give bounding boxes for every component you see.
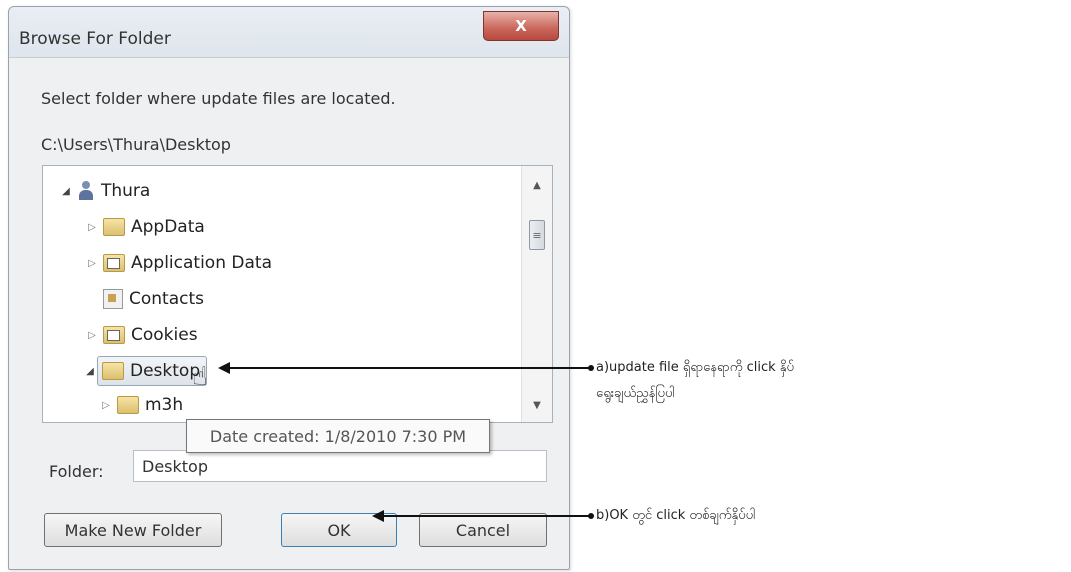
tree-item-label: Application Data — [131, 253, 272, 273]
user-icon — [77, 181, 95, 201]
annotation-dot — [588, 513, 594, 519]
date-created-tooltip: Date created: 1/8/2010 7:30 PM — [186, 419, 490, 453]
dialog-title: Browse For Folder — [19, 29, 171, 49]
scroll-thumb[interactable]: ≡ — [529, 220, 545, 250]
expand-arrow-icon[interactable]: ▷ — [85, 330, 99, 341]
selected-highlight[interactable]: Desktop — [97, 356, 208, 386]
vertical-scrollbar[interactable]: ▲ ≡ ▼ — [521, 166, 552, 422]
tree-item-appdata[interactable]: ▷ AppData — [85, 212, 205, 242]
browse-for-folder-dialog: Browse For Folder X Select folder where … — [8, 6, 570, 570]
tree-item-m3h[interactable]: ▷ m3h — [99, 390, 183, 420]
tree-item-label: Contacts — [129, 289, 204, 309]
tree-item-label: Cookies — [131, 325, 198, 345]
folder-shortcut-icon — [103, 326, 125, 344]
tree-item-thura[interactable]: ◢ Thura — [59, 176, 150, 206]
expand-arrow-icon[interactable]: ▷ — [99, 400, 113, 411]
annotation-a-line1: a)update file ရှိရာနေရာကို click နှိပ် — [596, 360, 794, 375]
annotation-dot — [588, 365, 594, 371]
folder-icon — [117, 396, 139, 414]
tree-item-contacts[interactable]: Contacts — [99, 284, 204, 314]
collapse-arrow-icon[interactable]: ◢ — [83, 366, 97, 377]
folder-icon — [102, 362, 124, 380]
annotation-arrow-line — [382, 515, 590, 517]
close-button[interactable]: X — [483, 11, 559, 41]
scroll-up-arrow-icon[interactable]: ▲ — [522, 172, 552, 198]
collapse-arrow-icon[interactable]: ◢ — [59, 186, 73, 197]
scroll-down-arrow-icon[interactable]: ▼ — [522, 392, 552, 418]
title-bar: Browse For Folder X — [9, 7, 569, 58]
annotation-b: b)OK တွင် click တစ်ချက်နှိပ်ပါ — [596, 508, 756, 523]
tree-item-label: Thura — [101, 181, 151, 201]
folder-label: Folder: — [49, 462, 104, 481]
expand-arrow-icon[interactable]: ▷ — [85, 222, 99, 233]
folder-shortcut-icon — [103, 254, 125, 272]
hand-cursor-icon: ☝ — [192, 362, 208, 392]
contacts-icon — [103, 289, 123, 309]
annotation-arrow-line — [228, 367, 590, 369]
expand-arrow-icon[interactable]: ▷ — [85, 258, 99, 269]
folder-icon — [103, 218, 125, 236]
current-path: C:\Users\Thura\Desktop — [41, 135, 231, 154]
annotation-a-line2: ရွေးချယ်ညွှန်ပြပါ — [596, 386, 675, 401]
tree-item-label: AppData — [131, 217, 205, 237]
tree-item-application-data[interactable]: ▷ Application Data — [85, 248, 272, 278]
folder-input[interactable] — [133, 450, 547, 482]
tree-item-cookies[interactable]: ▷ Cookies — [85, 320, 198, 350]
tree-item-label: Desktop — [130, 361, 201, 381]
tree-item-desktop[interactable]: ◢ Desktop — [83, 356, 208, 386]
folder-tree[interactable]: ◢ Thura ▷ AppData ▷ Application Data Con… — [42, 165, 553, 423]
tree-item-label: m3h — [145, 395, 184, 415]
cancel-button[interactable]: Cancel — [419, 513, 547, 547]
make-new-folder-button[interactable]: Make New Folder — [44, 513, 222, 547]
instruction-text: Select folder where update files are loc… — [41, 89, 396, 108]
